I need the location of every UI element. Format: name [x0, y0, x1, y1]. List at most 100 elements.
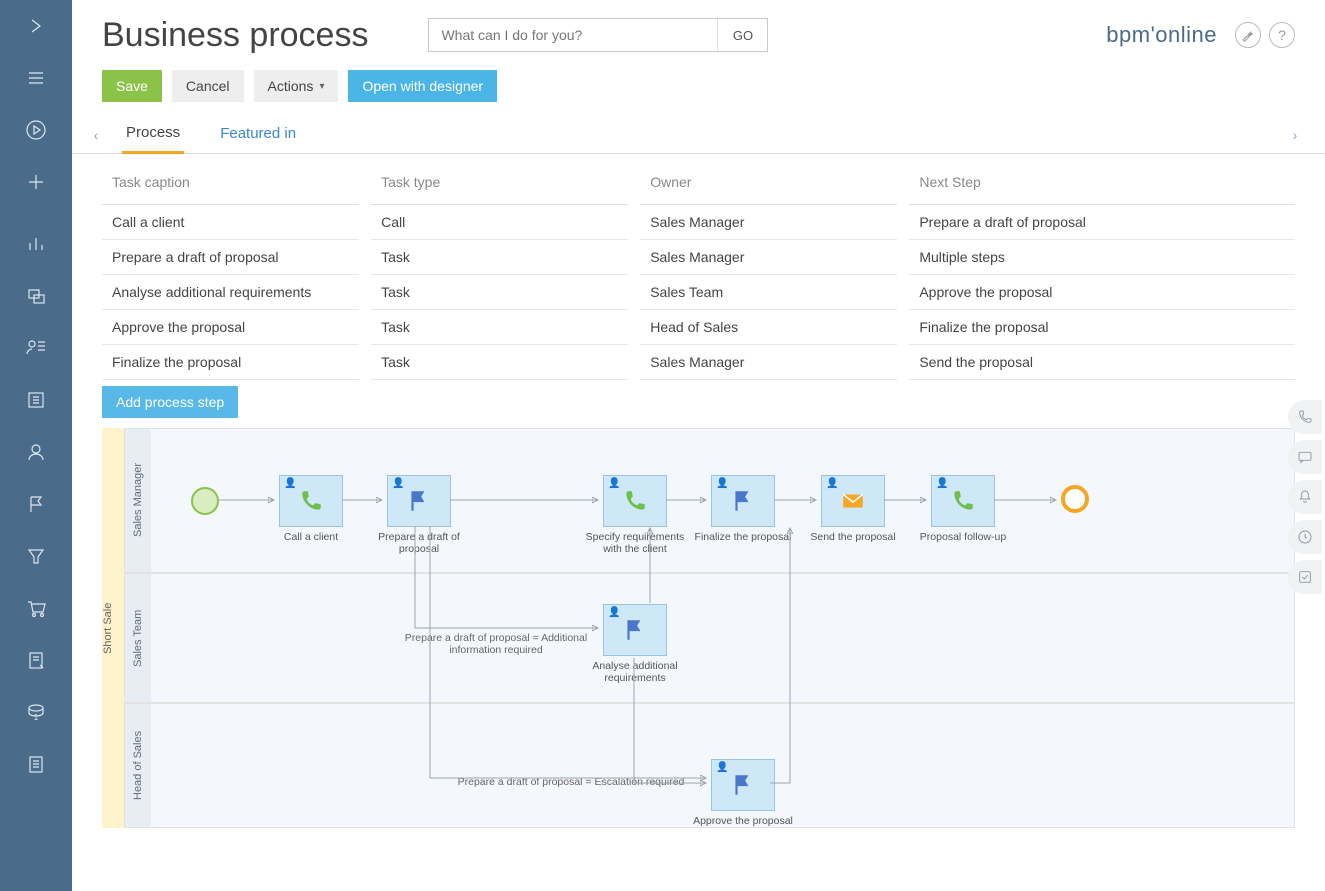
node-label: Prepare a draft of proposal — [359, 531, 479, 555]
document-icon[interactable] — [0, 634, 72, 686]
user-icon: 👤 — [392, 478, 404, 489]
tab-next-icon[interactable]: › — [1285, 127, 1305, 143]
condition-label: Prepare a draft of proposal = Additional… — [391, 632, 601, 656]
mail-icon — [840, 488, 866, 514]
flag-icon — [406, 488, 432, 514]
task-approve[interactable]: 👤 — [711, 759, 775, 811]
lane-label: Sales Manager — [125, 429, 151, 572]
node-label: Proposal follow-up — [903, 531, 1023, 543]
actions-row: Save Cancel Actions Open with designer — [72, 60, 1325, 102]
cancel-button[interactable]: Cancel — [172, 70, 244, 102]
table-row[interactable]: Finalize the proposal — [102, 345, 359, 380]
table-row[interactable]: Task — [371, 275, 628, 310]
svg-text:1: 1 — [34, 713, 39, 722]
task-send-proposal[interactable]: 👤 — [821, 475, 885, 527]
condition-label: Prepare a draft of proposal = Escalation… — [441, 776, 701, 788]
menu-icon[interactable] — [0, 52, 72, 104]
lane-label: Head of Sales — [125, 704, 151, 827]
process-table: Task caption Call a client Prepare a dra… — [72, 154, 1325, 418]
node-label: Finalize the proposal — [683, 531, 803, 543]
user-icon: 👤 — [826, 478, 838, 489]
table-row[interactable]: Call — [371, 205, 628, 240]
funnel-icon[interactable] — [0, 530, 72, 582]
list-icon[interactable] — [0, 738, 72, 790]
check-icon[interactable] — [1288, 560, 1322, 594]
play-icon[interactable] — [0, 104, 72, 156]
save-button[interactable]: Save — [102, 70, 162, 102]
tab-featured[interactable]: Featured in — [216, 117, 300, 152]
task-finalize[interactable]: 👤 — [711, 475, 775, 527]
left-nav: 1 — [0, 0, 72, 891]
col-type: Task type — [371, 174, 628, 205]
contacts-icon[interactable] — [0, 322, 72, 374]
table-row[interactable]: Task — [371, 345, 628, 380]
table-row[interactable]: Task — [371, 310, 628, 345]
bell-icon[interactable] — [1288, 480, 1322, 514]
table-row[interactable]: Send the proposal — [909, 345, 1295, 380]
table-row[interactable]: Multiple steps — [909, 240, 1295, 275]
table-row[interactable]: Sales Manager — [640, 205, 897, 240]
tab-process[interactable]: Process — [122, 116, 184, 154]
table-row[interactable]: Sales Manager — [640, 240, 897, 275]
task-analyse-requirements[interactable]: 👤 — [603, 604, 667, 656]
expand-icon[interactable] — [0, 0, 72, 52]
end-event[interactable] — [1061, 485, 1089, 513]
task-prepare-draft[interactable]: 👤 — [387, 475, 451, 527]
coins-icon[interactable]: 1 — [0, 686, 72, 738]
search-input[interactable] — [429, 19, 717, 51]
user-icon: 👤 — [608, 478, 620, 489]
help-icon[interactable]: ? — [1269, 22, 1295, 48]
table-row[interactable]: Approve the proposal — [102, 310, 359, 345]
go-button[interactable]: GO — [717, 19, 767, 51]
phone-icon — [950, 488, 976, 514]
table-row[interactable]: Sales Team — [640, 275, 897, 310]
table-row[interactable]: Finalize the proposal — [909, 310, 1295, 345]
table-row[interactable]: Head of Sales — [640, 310, 897, 345]
clock-icon[interactable] — [1288, 520, 1322, 554]
tab-prev-icon[interactable]: ‹ — [86, 127, 106, 143]
node-label: Approve the proposal — [683, 815, 803, 827]
right-dock — [1285, 400, 1325, 594]
table-row[interactable]: Sales Manager — [640, 345, 897, 380]
flag-icon — [730, 488, 756, 514]
phone-icon — [622, 488, 648, 514]
user-icon: 👤 — [608, 607, 620, 618]
brand-logo: bpm'online — [1106, 22, 1217, 48]
task-specify-requirements[interactable]: 👤 — [603, 475, 667, 527]
col-next: Next Step — [909, 174, 1295, 205]
process-diagram: Short Sale Sales Manager 👤 Call a client… — [102, 428, 1295, 848]
user-icon: 👤 — [284, 478, 296, 489]
search-box: GO — [428, 18, 768, 52]
node-label: Specify requirements with the client — [575, 531, 695, 555]
user-icon: 👤 — [936, 478, 948, 489]
actions-dropdown[interactable]: Actions — [254, 70, 339, 102]
lane-label: Sales Team — [125, 574, 151, 702]
wrench-icon[interactable] — [1235, 22, 1261, 48]
feed-icon[interactable] — [0, 270, 72, 322]
table-row[interactable]: Task — [371, 240, 628, 275]
page-title: Business process — [102, 16, 368, 55]
flag-icon[interactable] — [0, 478, 72, 530]
plus-icon[interactable] — [0, 156, 72, 208]
open-designer-button[interactable]: Open with designer — [348, 70, 497, 102]
phone-icon[interactable] — [1288, 400, 1322, 434]
lane-head-of-sales: Head of Sales 👤 Approve the proposal Pre… — [124, 703, 1295, 828]
table-row[interactable]: Analyse additional requirements — [102, 275, 359, 310]
start-event[interactable] — [191, 487, 219, 515]
flag-icon — [622, 617, 648, 643]
lane-sales-team: Sales Team 👤 Analyse additional requirem… — [124, 573, 1295, 703]
cart-icon[interactable] — [0, 582, 72, 634]
task-follow-up[interactable]: 👤 — [931, 475, 995, 527]
node-label: Call a client — [251, 531, 371, 543]
table-row[interactable]: Prepare a draft of proposal — [102, 240, 359, 275]
chat-icon[interactable] — [1288, 440, 1322, 474]
chart-icon[interactable] — [0, 218, 72, 270]
accounts-icon[interactable] — [0, 374, 72, 426]
lane-sales-manager: Sales Manager 👤 Call a client 👤 Prepare … — [124, 428, 1295, 573]
table-row[interactable]: Call a client — [102, 205, 359, 240]
task-call-client[interactable]: 👤 — [279, 475, 343, 527]
table-row[interactable]: Prepare a draft of proposal — [909, 205, 1295, 240]
add-process-step-button[interactable]: Add process step — [102, 386, 238, 418]
user-icon[interactable] — [0, 426, 72, 478]
table-row[interactable]: Approve the proposal — [909, 275, 1295, 310]
